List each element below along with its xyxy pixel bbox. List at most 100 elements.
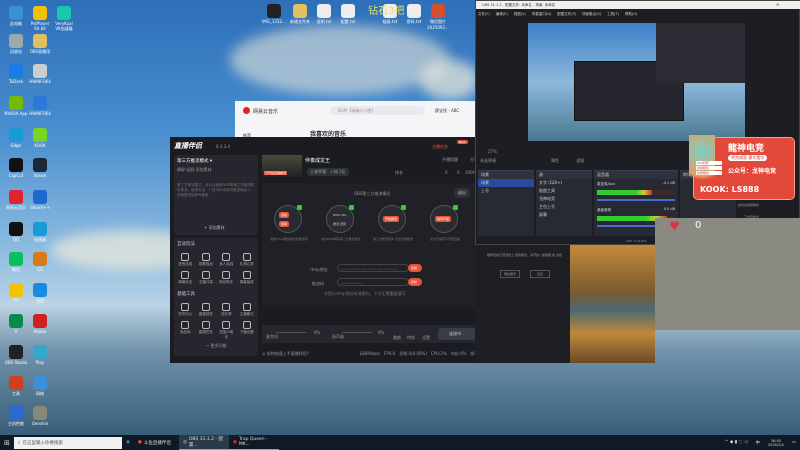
- desktop-icon[interactable]: YY: [4, 283, 28, 303]
- desktop-icon[interactable]: IMG_1312...: [262, 4, 286, 24]
- tool-button[interactable]: 任务中心: [177, 303, 194, 317]
- desktop-icon[interactable]: ToDesk: [4, 64, 28, 84]
- desktop-icon[interactable]: 新建文件夹: [288, 4, 312, 25]
- desktop-icon[interactable]: NVIDIA App: [4, 96, 28, 116]
- desktop-icon[interactable]: 此电脑: [4, 6, 28, 27]
- help-link[interactable]: ◎ 如何快速上手直播伴侣?: [262, 351, 309, 357]
- desktop-icon[interactable]: KOOK: [28, 128, 52, 148]
- beauty-button[interactable]: 美颜: [393, 335, 401, 341]
- desktop-icon[interactable]: 回收站: [4, 34, 28, 55]
- menu-item[interactable]: 工具(T): [607, 12, 619, 17]
- ime-indicator[interactable]: 中: [752, 435, 765, 450]
- desktop-icon[interactable]: Genshin: [28, 406, 52, 426]
- tool-button[interactable]: 多人连线: [218, 253, 235, 267]
- tool-button[interactable]: 送礼榜: [218, 303, 235, 317]
- menu-item[interactable]: 停靠窗口(D): [532, 12, 551, 17]
- tool-button[interactable]: 弹幕抽奖: [239, 271, 256, 285]
- source-item[interactable]: 文字 (GDI+): [536, 179, 592, 187]
- effects-button[interactable]: 特效: [407, 335, 415, 341]
- desktop-icon[interactable]: PotPlayer 64 bit: [28, 6, 52, 31]
- source-item[interactable]: 屏幕: [536, 211, 592, 219]
- rtmp-field[interactable]: ••••••••••••••••••••••••••••••••: [337, 264, 409, 272]
- desktop-icon[interactable]: A: [4, 314, 28, 334]
- taskbar-app[interactable]: ◎ OBS 31.1.2 - 配置...: [178, 435, 229, 450]
- speaker-slider[interactable]: [342, 332, 372, 333]
- clock[interactable]: 18:40 2025/2/4: [764, 435, 788, 450]
- system-tray[interactable]: ^ ◆ ▮ ◌ ◁: [721, 435, 752, 450]
- desktop-icon[interactable]: 微信图片 2025092...: [426, 4, 450, 30]
- virtual-cam-button[interactable]: 启动虚拟摄像机: [738, 203, 759, 207]
- tool-button[interactable]: 下播设置: [239, 321, 256, 340]
- desktop-icon[interactable]: 微信: [4, 252, 28, 273]
- source-item[interactable]: 贴图工具: [536, 187, 592, 195]
- menu-item[interactable]: 场景集合(S): [582, 12, 601, 17]
- menu-item[interactable]: 文件(F): [478, 12, 490, 17]
- tool-button[interactable]: 弹幕玩法: [177, 271, 194, 285]
- netease-search-input[interactable]: BGM【瑞幽の小曲】: [330, 106, 425, 115]
- settings-button[interactable]: 设置: [422, 335, 430, 341]
- desktop-icon[interactable]: 主机性能: [4, 406, 28, 427]
- close-icon[interactable]: ✕: [776, 2, 779, 7]
- dock-button-2[interactable]: 设置: [530, 270, 551, 278]
- desktop-icon[interactable]: 迅游: [28, 283, 52, 304]
- tool-button[interactable]: 主播口袋: [198, 271, 215, 285]
- netease-music-window[interactable]: 网易云音乐 BGM【瑞幽の小曲】 薛宝钗 - ABC 我喜欢的音乐 推荐: [235, 101, 480, 141]
- tool-button[interactable]: 观看挑战: [198, 253, 215, 267]
- tool-button[interactable]: 主播备忘: [239, 303, 256, 317]
- desktop-icon[interactable]: 网络: [28, 376, 52, 397]
- edge-taskbar-icon[interactable]: ◉: [122, 435, 134, 450]
- copy-rtmp-button[interactable]: 复制: [408, 264, 422, 272]
- menu-item[interactable]: 视图(V): [514, 12, 526, 17]
- go-live-button[interactable]: 连接中...: [438, 328, 476, 340]
- desktop-icon[interactable]: QQ: [4, 222, 28, 242]
- tool-button[interactable]: 语音连线: [177, 253, 194, 267]
- exit-button[interactable]: 退出: [454, 188, 470, 198]
- desktop-icon[interactable]: CapCut: [4, 158, 28, 178]
- desktop-icon[interactable]: 密码.txt: [402, 4, 426, 25]
- desktop-icon[interactable]: Adobe: [28, 314, 52, 334]
- step-button[interactable]: 推流 密钥: [331, 221, 348, 227]
- desktop-icon[interactable]: Steam++: [28, 190, 52, 210]
- tool-button[interactable]: 粉丝助手: [218, 271, 235, 285]
- start-button[interactable]: ⊞: [0, 435, 14, 450]
- desktop-icon[interactable]: 说明.txt: [312, 4, 336, 25]
- live-task-button[interactable]: 主播任务: [432, 144, 448, 150]
- menu-item[interactable]: 编辑(E): [496, 12, 508, 17]
- properties-button[interactable]: 属性: [551, 158, 559, 164]
- netease-user[interactable]: 薛宝钗 - ABC: [435, 108, 459, 114]
- taskbar-app[interactable]: ● Trap Queen - MK...: [228, 435, 279, 450]
- mic-slider[interactable]: [276, 332, 306, 333]
- tool-button[interactable]: 商品库: [177, 321, 194, 340]
- filters-button[interactable]: 滤镜: [576, 158, 584, 164]
- desktop-icon[interactable]: VeryKuai VK加速器: [52, 6, 76, 32]
- desktop-icon[interactable]: OBS Studio: [4, 345, 28, 365]
- tool-button[interactable]: 直播回放: [198, 303, 215, 317]
- desktop-icon[interactable]: 工具: [4, 376, 28, 397]
- step-button[interactable]: 复制: [279, 212, 290, 218]
- copy-key-button[interactable]: 复制: [408, 278, 422, 286]
- menu-item[interactable]: 帮助(H): [625, 12, 637, 17]
- notification-icon[interactable]: ▭: [788, 435, 800, 450]
- desktop-icon[interactable]: 加速器: [28, 222, 52, 243]
- desktop-icon[interactable]: Steam: [28, 158, 52, 178]
- taskbar-search-input[interactable]: ⌕ 在这里输入你要搜索: [14, 436, 122, 449]
- desktop-icon[interactable]: HWiNFO64: [28, 64, 52, 84]
- add-material-button[interactable]: + 添加素材: [204, 225, 225, 231]
- step-button[interactable]: RMS URL: [331, 212, 348, 218]
- stream-category[interactable]: 王者荣耀 · 人物 2区: [307, 168, 349, 176]
- mode-selector[interactable]: 第三方推流模式 ▾: [174, 155, 258, 167]
- tool-button[interactable]: 星图任务: [198, 321, 215, 340]
- source-item[interactable]: 龙神电竞: [536, 195, 592, 203]
- desktop-icon[interactable]: CS: [28, 252, 52, 272]
- step-button[interactable]: 复制: [279, 221, 290, 227]
- menu-item[interactable]: 配置文件(P): [557, 12, 576, 17]
- desktop-icon[interactable]: HWiNFO64: [28, 96, 52, 116]
- dock-button-1[interactable]: 网站服务: [500, 270, 521, 278]
- scene-item[interactable]: 场景: [478, 179, 534, 187]
- desktop-icon[interactable]: Edge: [4, 128, 28, 148]
- taskbar-app[interactable]: ● 斗鱼直播伴侣: [134, 435, 179, 450]
- more-features-button[interactable]: — 更多功能: [174, 343, 258, 349]
- stream-key-field[interactable]: ••••••••••••: [337, 278, 409, 286]
- desktop-icon[interactable]: OBS直播用: [28, 34, 52, 55]
- volume-slider[interactable]: [597, 199, 675, 201]
